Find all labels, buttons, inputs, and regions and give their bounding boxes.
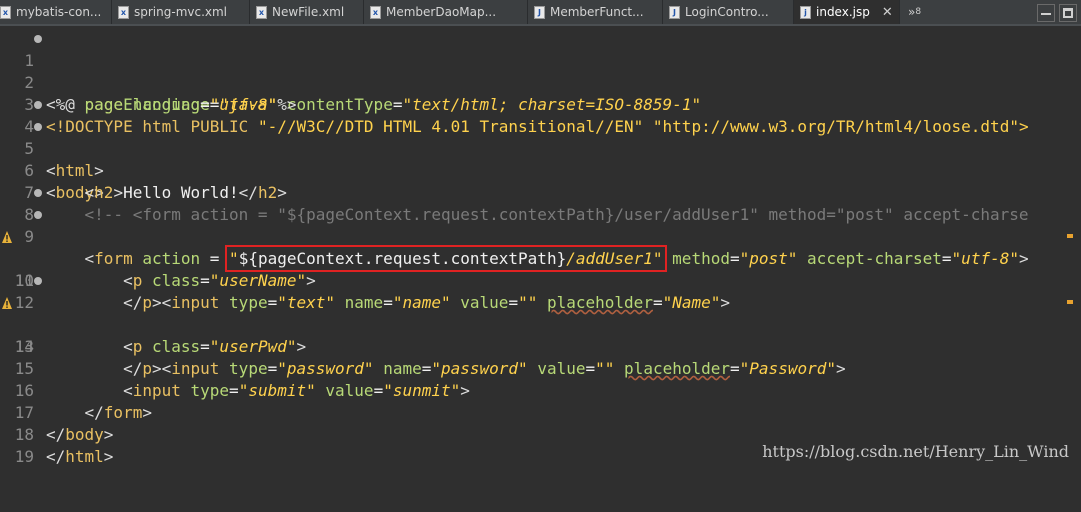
tab-memberdaomapper[interactable]: x MemberDaoMap... — [364, 0, 528, 24]
code-line: 11 </p> — [0, 248, 1081, 312]
editor-tab-bar: x mybatis-con... x spring-mvc.xml x NewF… — [0, 0, 1081, 26]
java-file-icon: J — [669, 5, 680, 19]
watermark: https://blog.csdn.net/Henry_Lin_Wind — [762, 442, 1069, 461]
code-text: </html> — [46, 447, 114, 466]
maximize-icon[interactable] — [1059, 4, 1077, 22]
code-line: 10 <input type="text" name="name" value=… — [0, 226, 1081, 312]
code-line: 16 </form> — [0, 358, 1081, 422]
tab-label: MemberDaoMap... — [386, 5, 497, 19]
line-number: 19 — [14, 447, 34, 466]
tab-memberfunction[interactable]: J MemberFunct... — [528, 0, 663, 24]
fold-toggle-icon[interactable] — [34, 277, 42, 285]
tab-overflow-count: 8 — [915, 7, 922, 17]
warning-icon[interactable] — [2, 230, 12, 244]
warning-ruler-marker[interactable] — [1067, 300, 1073, 304]
fold-toggle-icon[interactable] — [34, 101, 42, 109]
code-line: 13 <input type="password" name="password… — [0, 292, 1081, 378]
code-line: 15 <input type="submit" value="sunmit"> — [0, 336, 1081, 400]
code-line: 9 <p class="userName"> — [0, 204, 1081, 290]
close-icon[interactable]: ✕ — [882, 5, 893, 20]
tab-spring-mvc[interactable]: x spring-mvc.xml — [112, 0, 250, 24]
xml-file-icon: x — [118, 5, 129, 19]
tab-label: mybatis-con... — [16, 5, 102, 19]
java-file-icon: J — [534, 5, 545, 19]
code-line: 17 </body> — [0, 380, 1081, 444]
tab-label: spring-mvc.xml — [134, 5, 228, 19]
fold-toggle-icon[interactable] — [34, 211, 42, 219]
code-line: 4 <html> — [0, 94, 1081, 180]
tab-label: MemberFunct... — [550, 5, 644, 19]
tab-mybatis-config[interactable]: x mybatis-con... — [0, 0, 112, 24]
fold-toggle-icon[interactable] — [34, 123, 42, 131]
code-editor[interactable]: 1 <%@ page language="java" contentType="… — [0, 28, 1081, 467]
tab-label: index.jsp — [816, 5, 870, 19]
tab-index-jsp[interactable]: j index.jsp ✕ — [794, 0, 900, 24]
code-line: 7 <!-- <form action = "${pageContext.req… — [0, 160, 1081, 224]
tab-overflow-button[interactable]: » 8 — [900, 0, 929, 24]
window-controls — [1037, 0, 1081, 26]
code-line: 5 <body> — [0, 116, 1081, 202]
double-chevron-icon: » — [908, 5, 916, 19]
xml-file-icon: x — [0, 5, 11, 19]
tab-label: LoginContro... — [685, 5, 769, 19]
warning-ruler-marker[interactable] — [1067, 234, 1073, 238]
code-line: 2 pageEncoding="utf-8"%> — [0, 50, 1081, 114]
code-line: 3 <!DOCTYPE html PUBLIC "-//W3C//DTD HTM… — [0, 72, 1081, 136]
warning-icon[interactable] — [2, 296, 12, 310]
fold-toggle-icon[interactable] — [34, 189, 42, 197]
tab-label: NewFile.xml — [272, 5, 345, 19]
code-line: 12 <p class="userPwd"> — [0, 270, 1081, 356]
code-line: 1 <%@ page language="java" contentType="… — [0, 28, 1081, 114]
code-line: 14 </p> — [0, 314, 1081, 378]
fold-toggle-icon[interactable] — [34, 35, 42, 43]
tab-logincontroller[interactable]: J LoginContro... — [663, 0, 794, 24]
minimize-icon[interactable] — [1037, 4, 1055, 22]
code-line: 18 </html> — [0, 402, 1081, 466]
code-line: 6 <h2>Hello World!</h2> — [0, 138, 1081, 202]
jsp-file-icon: j — [800, 5, 811, 19]
code-line: 8 <form action = "${pageContext.request.… — [0, 182, 1081, 272]
xml-file-icon: x — [370, 5, 381, 19]
xml-file-icon: x — [256, 5, 267, 19]
tab-newfile[interactable]: x NewFile.xml — [250, 0, 364, 24]
